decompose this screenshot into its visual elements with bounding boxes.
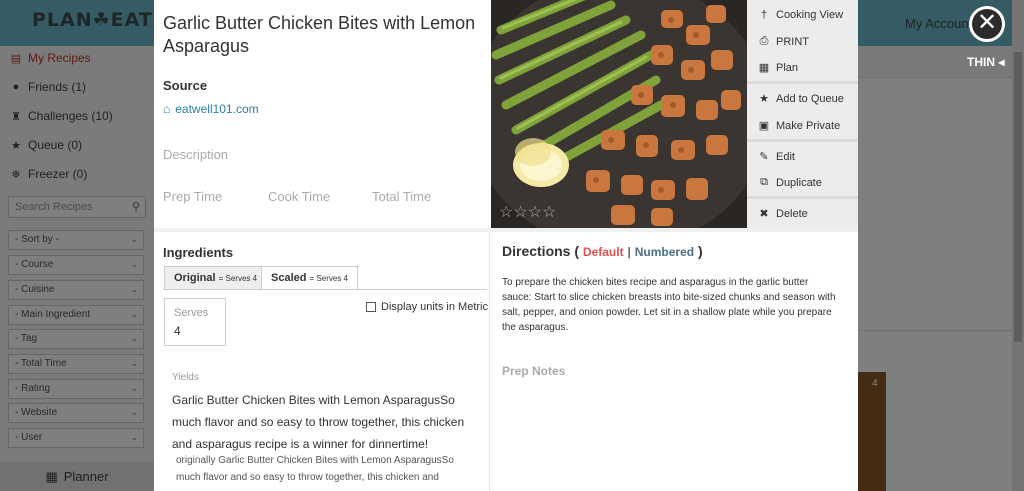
plan-button[interactable]: ▦ Plan — [747, 55, 858, 80]
menu-separator — [747, 196, 858, 199]
tab-underline — [163, 289, 487, 290]
pencil-icon: ✎ — [759, 151, 769, 163]
prep-time-label: Prep Time — [163, 189, 223, 204]
yield-text: Garlic Butter Chicken Bites with Lemon A… — [172, 393, 465, 451]
serves-input[interactable]: Serves 4 — [164, 298, 226, 346]
tab-scaled-serves: = Serves 4 — [309, 274, 348, 283]
source-label: Source — [163, 78, 208, 93]
tab-scaled-label: Scaled — [271, 272, 307, 284]
directions-heading: Directions ( Default | Numbered ) — [502, 243, 703, 259]
serves-value: 4 — [174, 324, 181, 338]
action-label: PRINT — [776, 35, 809, 48]
action-label: Duplicate — [776, 176, 822, 189]
metric-toggle[interactable]: Display units in Metric — [366, 301, 488, 313]
tab-original-serves: = Serves 4 — [218, 274, 258, 283]
action-label: Delete — [776, 207, 808, 220]
cook-time-label: Cook Time — [268, 189, 331, 204]
paren-close: ) — [697, 243, 703, 259]
close-icon: ✕ — [976, 9, 998, 36]
star-icon: ★ — [759, 93, 769, 105]
action-label: Edit — [776, 150, 795, 163]
column-divider — [489, 232, 490, 491]
make-private-button[interactable]: ▣ Make Private — [747, 113, 858, 138]
calendar-icon: ▦ — [758, 62, 770, 74]
trash-icon: ✖ — [759, 208, 769, 220]
yields-label: Yields — [172, 372, 199, 383]
close-modal-button[interactable]: ✕ — [969, 6, 1005, 42]
paren-open: ( — [574, 243, 580, 259]
copy-icon: ⧉ — [760, 176, 768, 188]
directions-default-toggle[interactable]: Default — [583, 245, 624, 259]
delete-button[interactable]: ✖ Delete — [747, 201, 858, 226]
menu-separator — [747, 81, 858, 84]
action-label: Add to Queue — [776, 92, 844, 105]
add-to-queue-button[interactable]: ★ Add to Queue — [747, 86, 858, 111]
recipe-modal: Garlic Butter Chicken Bites with Lemon A… — [154, 0, 858, 491]
action-label: Make Private — [776, 119, 841, 132]
description-label: Description — [163, 147, 229, 162]
directions-numbered-toggle[interactable]: Numbered — [635, 245, 694, 259]
action-label: Cooking View — [776, 8, 844, 21]
recipe-title: Garlic Butter Chicken Bites with Lemon A… — [163, 13, 476, 56]
home-icon: ⌂ — [163, 102, 171, 116]
tab-original-label: Original — [174, 272, 216, 284]
action-label: Plan — [776, 61, 799, 74]
rating-stars[interactable]: ☆☆☆☆ — [499, 202, 556, 222]
menu-separator — [747, 139, 858, 142]
recipe-photo: ☆☆☆☆ — [491, 0, 747, 228]
total-time-label: Total Time — [372, 189, 432, 204]
tab-original[interactable]: Original = Serves 4 — [164, 266, 268, 290]
separator: | — [627, 245, 631, 259]
prep-notes-label: Prep Notes — [502, 364, 566, 378]
utensils-icon: † — [760, 8, 768, 21]
thin-toggle[interactable]: THIN ◂ — [967, 55, 1004, 69]
source-link[interactable]: ⌂ eatwell101.com — [163, 102, 259, 116]
ingredients-heading: Ingredients — [163, 245, 234, 260]
edit-button[interactable]: ✎ Edit — [747, 144, 858, 169]
yield-original-text: originally Garlic Butter Chicken Bites w… — [176, 455, 454, 483]
recipe-actions-menu: † Cooking View ⎙ PRINT ▦ Plan ★ Add to Q… — [747, 0, 858, 228]
serves-label: Serves — [174, 307, 209, 319]
print-icon: ⎙ — [759, 35, 769, 47]
print-button[interactable]: ⎙ PRINT — [747, 29, 858, 54]
directions-title: Directions — [502, 243, 571, 259]
metric-checkbox[interactable] — [366, 302, 376, 312]
metric-label: Display units in Metric — [381, 301, 488, 313]
recipe-photo-illustration — [491, 0, 747, 228]
duplicate-button[interactable]: ⧉ Duplicate — [747, 170, 858, 195]
directions-text: To prepare the chicken bites recipe and … — [502, 277, 836, 333]
lock-icon: ▣ — [758, 120, 770, 132]
source-url: eatwell101.com — [175, 102, 259, 116]
section-divider — [154, 228, 858, 232]
cooking-view-button[interactable]: † Cooking View — [747, 2, 858, 27]
tab-scaled[interactable]: Scaled = Serves 4 — [261, 266, 358, 290]
